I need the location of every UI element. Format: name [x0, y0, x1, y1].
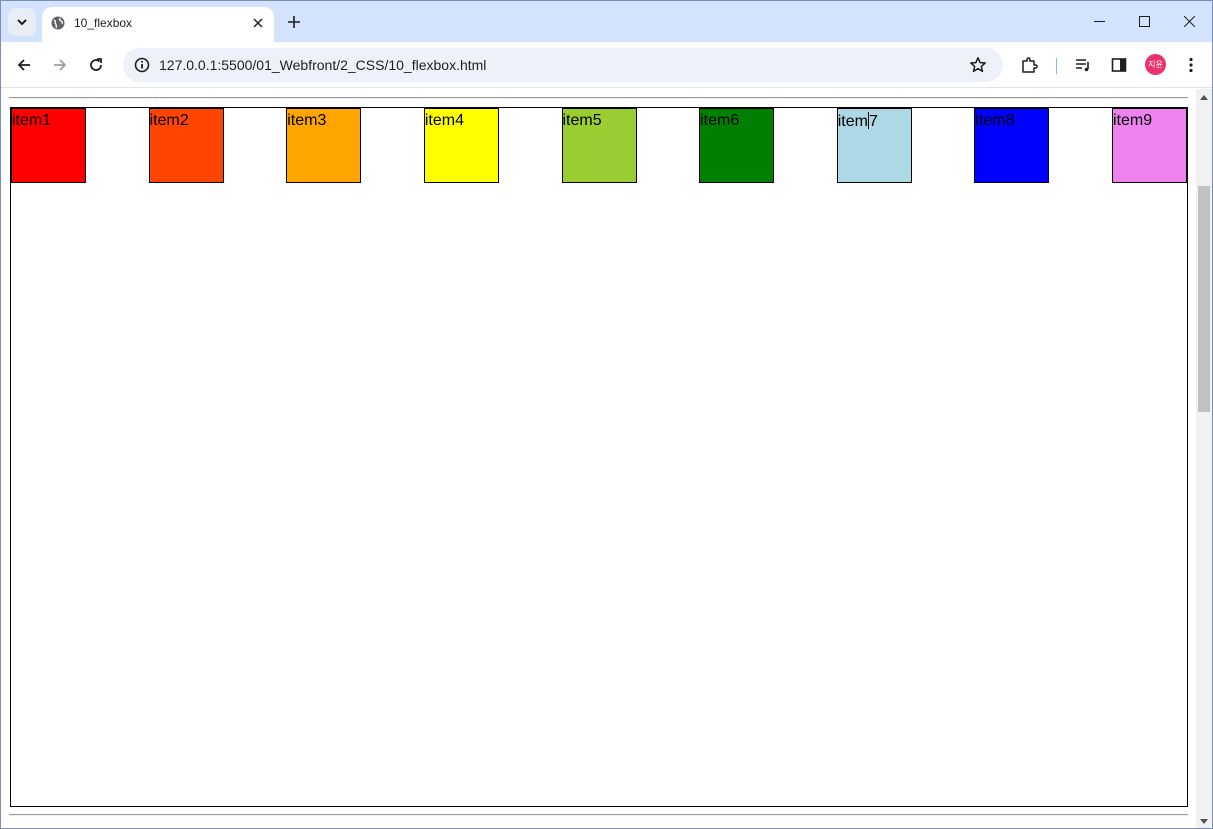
scrollbar-thumb[interactable] — [1198, 186, 1210, 412]
address-bar[interactable]: 127.0.0.1:5500/01_Webfront/2_CSS/10_flex… — [123, 48, 1003, 82]
flex-item-7-label: item7 — [837, 112, 878, 130]
flex-item-9: item9 — [1112, 108, 1187, 183]
back-button[interactable] — [10, 51, 38, 79]
maximize-button[interactable] — [1124, 7, 1164, 35]
flex-item-1: item1 — [11, 108, 86, 183]
flex-item-6: item6 — [699, 108, 775, 183]
toolbar-separator — [1056, 58, 1057, 74]
forward-button[interactable] — [46, 51, 74, 79]
tab-close-button[interactable] — [249, 14, 267, 32]
flex-item-4: item4 — [423, 108, 499, 183]
flex-item-2: item2 — [148, 108, 224, 183]
flex-item-3: item3 — [286, 108, 362, 183]
side-panel-icon — [1111, 58, 1127, 72]
horizontal-rule — [9, 814, 1188, 816]
profile-avatar[interactable]: 지윤 — [1145, 54, 1166, 75]
tab-title: 10_flexbox — [74, 16, 133, 30]
kebab-menu-icon — [1189, 57, 1193, 73]
chevron-down-icon — [17, 19, 27, 26]
bookmark-button[interactable] — [967, 54, 989, 76]
plus-icon — [288, 16, 300, 28]
close-icon — [1183, 15, 1195, 27]
tab-strip: 10_flexbox — [1, 1, 1212, 42]
info-icon — [134, 57, 150, 73]
close-icon — [253, 18, 263, 28]
maximize-icon — [1138, 15, 1150, 27]
extensions-button[interactable] — [1015, 51, 1043, 79]
forward-arrow-icon — [54, 59, 67, 71]
reload-button[interactable] — [82, 51, 110, 79]
media-queue-icon — [1076, 59, 1089, 72]
media-button[interactable] — [1069, 51, 1097, 79]
flex-item-5: item5 — [561, 108, 637, 183]
scroll-up-button[interactable] — [1196, 89, 1212, 105]
new-tab-button[interactable] — [283, 11, 305, 33]
page-viewport: item1 item2 item3 item4 item5 item6 item… — [1, 89, 1196, 828]
globe-icon — [51, 16, 65, 30]
triangle-down-icon — [1200, 819, 1208, 824]
minimize-icon — [1093, 20, 1105, 22]
side-panel-button[interactable] — [1105, 51, 1133, 79]
tab-active[interactable]: 10_flexbox — [42, 7, 274, 42]
flex-item-7: item7 — [836, 108, 912, 183]
close-window-button[interactable] — [1169, 7, 1209, 35]
star-icon — [970, 57, 986, 73]
browser-toolbar: 127.0.0.1:5500/01_Webfront/2_CSS/10_flex… — [1, 42, 1212, 88]
horizontal-rule — [9, 97, 1188, 99]
minimize-button[interactable] — [1079, 7, 1119, 35]
text-caret — [867, 112, 869, 129]
site-info-button[interactable] — [131, 54, 153, 76]
flex-container: item1 item2 item3 item4 item5 item6 item… — [10, 107, 1188, 807]
flex-item-8: item8 — [974, 108, 1050, 183]
triangle-up-icon — [1200, 95, 1208, 100]
browser-menu-button[interactable] — [1177, 51, 1205, 79]
tab-search-button[interactable] — [8, 8, 36, 36]
puzzle-icon — [1022, 57, 1038, 73]
vertical-scrollbar[interactable] — [1196, 89, 1212, 828]
scroll-down-button[interactable] — [1196, 814, 1212, 828]
back-arrow-icon — [17, 59, 30, 71]
reload-icon — [90, 58, 102, 71]
url-text: 127.0.0.1:5500/01_Webfront/2_CSS/10_flex… — [159, 57, 487, 73]
browser-window: 10_flexbox 127.0.0.1:5500/01_Webfront/2_… — [0, 0, 1213, 829]
